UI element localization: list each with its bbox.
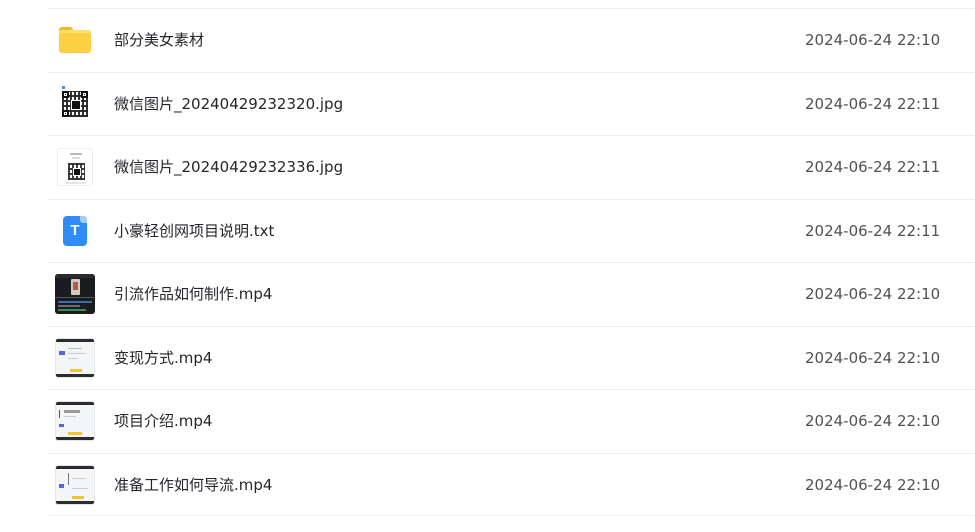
qr-image-thumbnail [57,148,93,186]
file-thumb: T [55,211,95,251]
file-list: 部分美女素材 2024-06-24 22:10 微信图片_20240429232… [0,8,975,516]
file-thumb [55,401,95,441]
file-row-video[interactable]: 准备工作如何导流.mp4 2024-06-24 22:10 [47,452,975,517]
file-thumb [55,274,95,314]
file-row-text[interactable]: T 小豪轻创网项目说明.txt 2024-06-24 22:11 [47,198,975,263]
file-name[interactable]: 项目介绍.mp4 [114,390,212,453]
file-modified-time: 2024-06-24 22:11 [805,94,941,113]
file-thumb [55,147,95,187]
text-file-icon: T [63,215,87,246]
file-thumb [55,20,95,60]
file-row-video[interactable]: 引流作品如何制作.mp4 2024-06-24 22:10 [47,262,975,326]
video-thumbnail [55,274,95,314]
file-name[interactable]: 准备工作如何导流.mp4 [114,454,272,517]
file-row-video[interactable]: 项目介绍.mp4 2024-06-24 22:10 [47,389,975,453]
file-thumb [55,464,95,505]
file-row-folder[interactable]: 部分美女素材 2024-06-24 22:10 [47,8,975,72]
file-name[interactable]: 引流作品如何制作.mp4 [114,263,272,326]
video-thumbnail [55,337,95,378]
file-name[interactable]: 小豪轻创网项目说明.txt [114,200,274,263]
file-thumb [55,84,95,124]
file-modified-time: 2024-06-24 22:10 [805,348,941,367]
file-row-video[interactable]: 变现方式.mp4 2024-06-24 22:10 [47,325,975,390]
file-row-image[interactable]: 微信图片_20240429232320.jpg 2024-06-24 22:11 [47,71,975,136]
file-thumb [55,337,95,378]
qr-image-thumbnail [57,84,93,123]
folder-icon [59,27,91,53]
video-thumbnail [55,464,95,505]
file-modified-time: 2024-06-24 22:10 [805,285,941,303]
file-modified-time: 2024-06-24 22:10 [805,31,941,49]
file-name[interactable]: 微信图片_20240429232336.jpg [114,136,343,199]
file-modified-time: 2024-06-24 22:11 [805,221,941,240]
file-name[interactable]: 变现方式.mp4 [114,327,212,390]
video-thumbnail [55,401,95,441]
file-modified-time: 2024-06-24 22:10 [805,412,941,430]
file-name[interactable]: 部分美女素材 [114,9,204,72]
file-name[interactable]: 微信图片_20240429232320.jpg [114,73,343,136]
file-modified-time: 2024-06-24 22:11 [805,158,941,176]
file-modified-time: 2024-06-24 22:10 [805,475,941,494]
file-row-image[interactable]: 微信图片_20240429232336.jpg 2024-06-24 22:11 [47,135,975,199]
